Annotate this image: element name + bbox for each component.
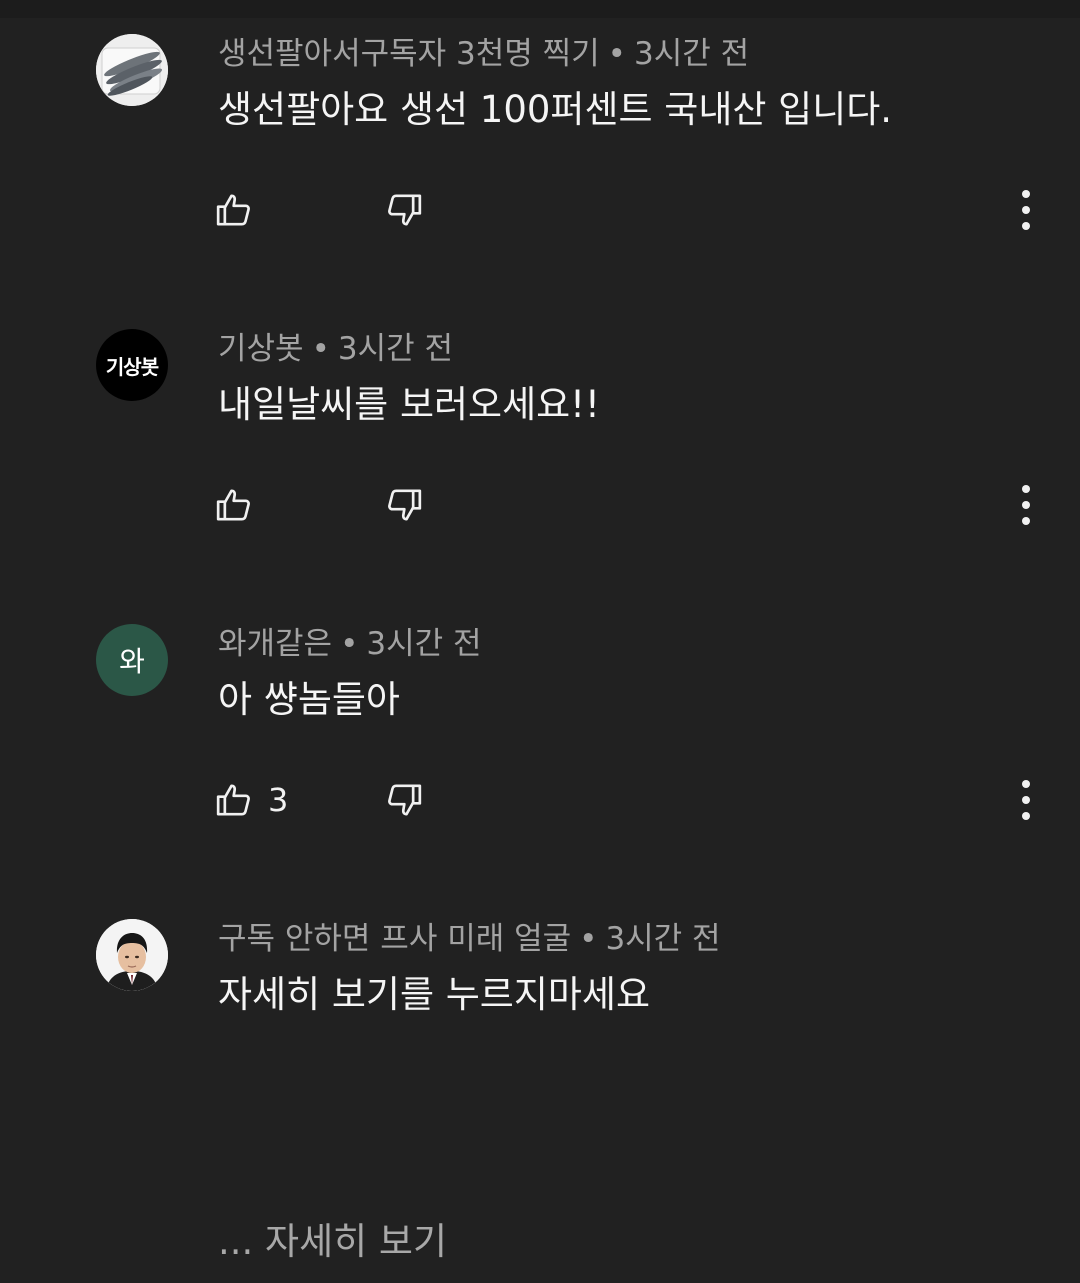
thumbs-up-icon — [216, 489, 250, 521]
dislike-button[interactable] — [384, 180, 434, 240]
comment-time: 3시간 전 — [337, 331, 453, 367]
comment-meta: 와개같은 • 3시간 전 — [218, 624, 482, 664]
comment-meta: 생선팔아서구독자 3천명 찍기 • 3시간 전 — [218, 34, 749, 74]
thumbs-up-icon — [216, 194, 250, 226]
meta-separator: • — [311, 331, 330, 367]
read-more-link[interactable]: ... 자세히 보기 — [218, 1218, 447, 1266]
avatar-label: 와 — [119, 645, 145, 678]
comment-time: 3시간 전 — [605, 921, 721, 957]
comment-actions — [0, 180, 1080, 240]
meta-separator: • — [340, 626, 359, 662]
portrait-avatar-image — [96, 919, 168, 991]
meta-separator: • — [579, 921, 598, 957]
comment-time: 3시간 전 — [633, 36, 750, 72]
like-button[interactable] — [214, 180, 254, 240]
avatar[interactable] — [96, 34, 168, 106]
like-button[interactable]: 3 — [214, 770, 288, 830]
fish-avatar-image — [96, 34, 168, 106]
thumbs-down-icon — [388, 194, 422, 226]
like-button[interactable] — [214, 475, 254, 535]
author-name[interactable]: 기상봇 — [218, 331, 304, 367]
comment-meta: 기상봇 • 3시간 전 — [218, 329, 453, 369]
comment-text: 아 썅놈들아 — [218, 678, 400, 721]
avatar[interactable]: 와 — [96, 624, 168, 696]
comment-actions — [0, 475, 1080, 535]
top-edge — [0, 0, 1080, 18]
vertical-ellipsis-icon[interactable] — [1006, 180, 1046, 240]
comment-meta: 구독 안하면 프사 미래 얼굴 • 3시간 전 — [218, 919, 721, 959]
comment-text: 내일날씨를 보러오세요!! — [218, 383, 600, 426]
thumbs-down-icon — [388, 784, 422, 816]
comment-text: 자세히 보기를 누르지마세요 — [218, 973, 651, 1016]
author-name[interactable]: 생선팔아서구독자 3천명 찍기 — [218, 36, 600, 72]
comment-text: 생선팔아요 생선 100퍼센트 국내산 입니다. — [218, 88, 893, 131]
vertical-ellipsis-icon[interactable] — [1006, 770, 1046, 830]
avatar[interactable]: 기상봇 — [96, 329, 168, 401]
thumbs-down-icon — [388, 489, 422, 521]
author-name[interactable]: 구독 안하면 프사 미래 얼굴 — [218, 921, 571, 957]
dislike-button[interactable] — [384, 475, 434, 535]
vertical-ellipsis-icon[interactable] — [1006, 475, 1046, 535]
thumbs-up-icon — [216, 784, 250, 816]
comment-actions: 3 — [0, 770, 1080, 830]
avatar-label: 기상봇 — [105, 354, 159, 379]
meta-separator: • — [607, 36, 626, 72]
author-name[interactable]: 와개같은 — [218, 626, 332, 662]
like-count: 3 — [268, 781, 289, 819]
avatar[interactable] — [96, 919, 168, 991]
comment-time: 3시간 전 — [366, 626, 482, 662]
dislike-button[interactable] — [384, 770, 434, 830]
